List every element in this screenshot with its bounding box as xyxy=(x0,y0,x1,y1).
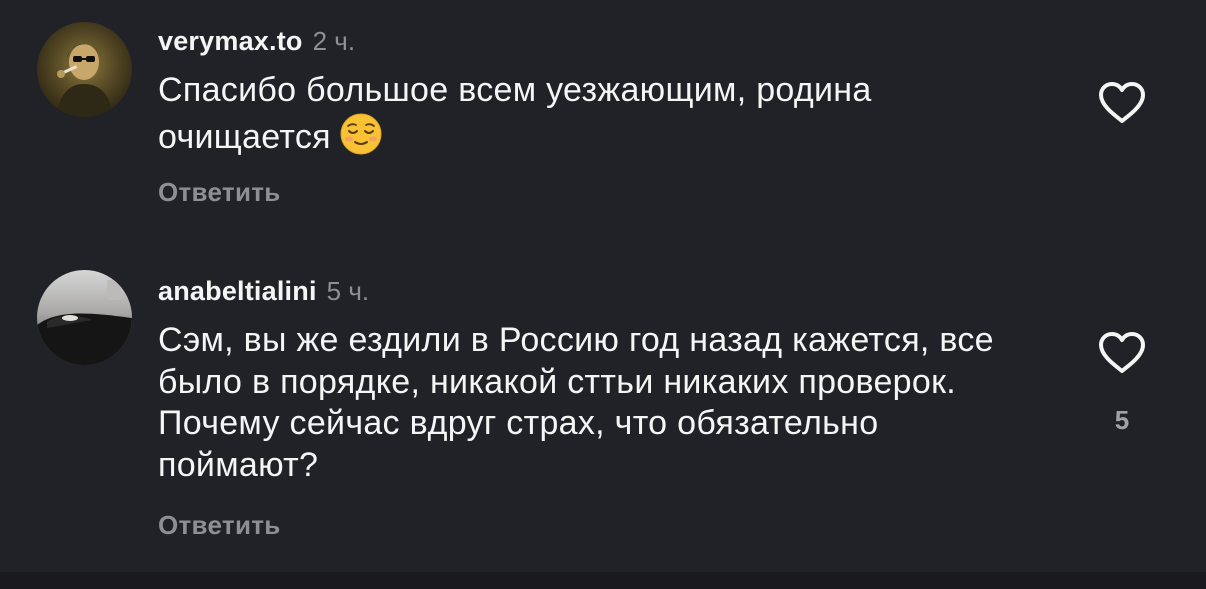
timestamp: 5 ч. xyxy=(326,276,370,306)
relieved-face-emoji xyxy=(339,112,383,156)
like-button[interactable] xyxy=(1097,330,1147,376)
avatar[interactable] xyxy=(37,270,132,365)
comment-meta: anabeltialini 5 ч. xyxy=(158,276,369,307)
comment-body: Спасибо большое всем уезжающим, родина о… xyxy=(158,71,872,156)
comment-item: anabeltialini 5 ч. Сэм, вы же ездили в Р… xyxy=(0,250,1206,572)
timestamp: 2 ч. xyxy=(312,26,356,56)
comment-text: Спасибо большое всем уезжающим, родина о… xyxy=(158,70,1038,158)
username[interactable]: verymax.to xyxy=(158,26,303,57)
avatar[interactable] xyxy=(37,22,132,117)
comments-list: verymax.to 2 ч. Спасибо большое всем уез… xyxy=(0,0,1206,589)
reply-button[interactable]: Ответить xyxy=(158,177,281,208)
comment-item: verymax.to 2 ч. Спасибо большое всем уез… xyxy=(0,0,1206,250)
like-count[interactable]: 5 xyxy=(1097,405,1147,436)
divider xyxy=(0,572,1206,589)
comment-text: Сэм, вы же ездили в Россию год назад каж… xyxy=(158,321,994,484)
like-button[interactable] xyxy=(1097,80,1147,126)
reply-button[interactable]: Ответить xyxy=(158,510,281,541)
avatar-image xyxy=(37,270,132,365)
avatar-image xyxy=(37,22,132,117)
heart-outline-icon xyxy=(1099,82,1145,123)
username[interactable]: anabeltialini xyxy=(158,276,317,307)
heart-outline-icon xyxy=(1099,332,1145,373)
comment-meta: verymax.to 2 ч. xyxy=(158,26,355,57)
